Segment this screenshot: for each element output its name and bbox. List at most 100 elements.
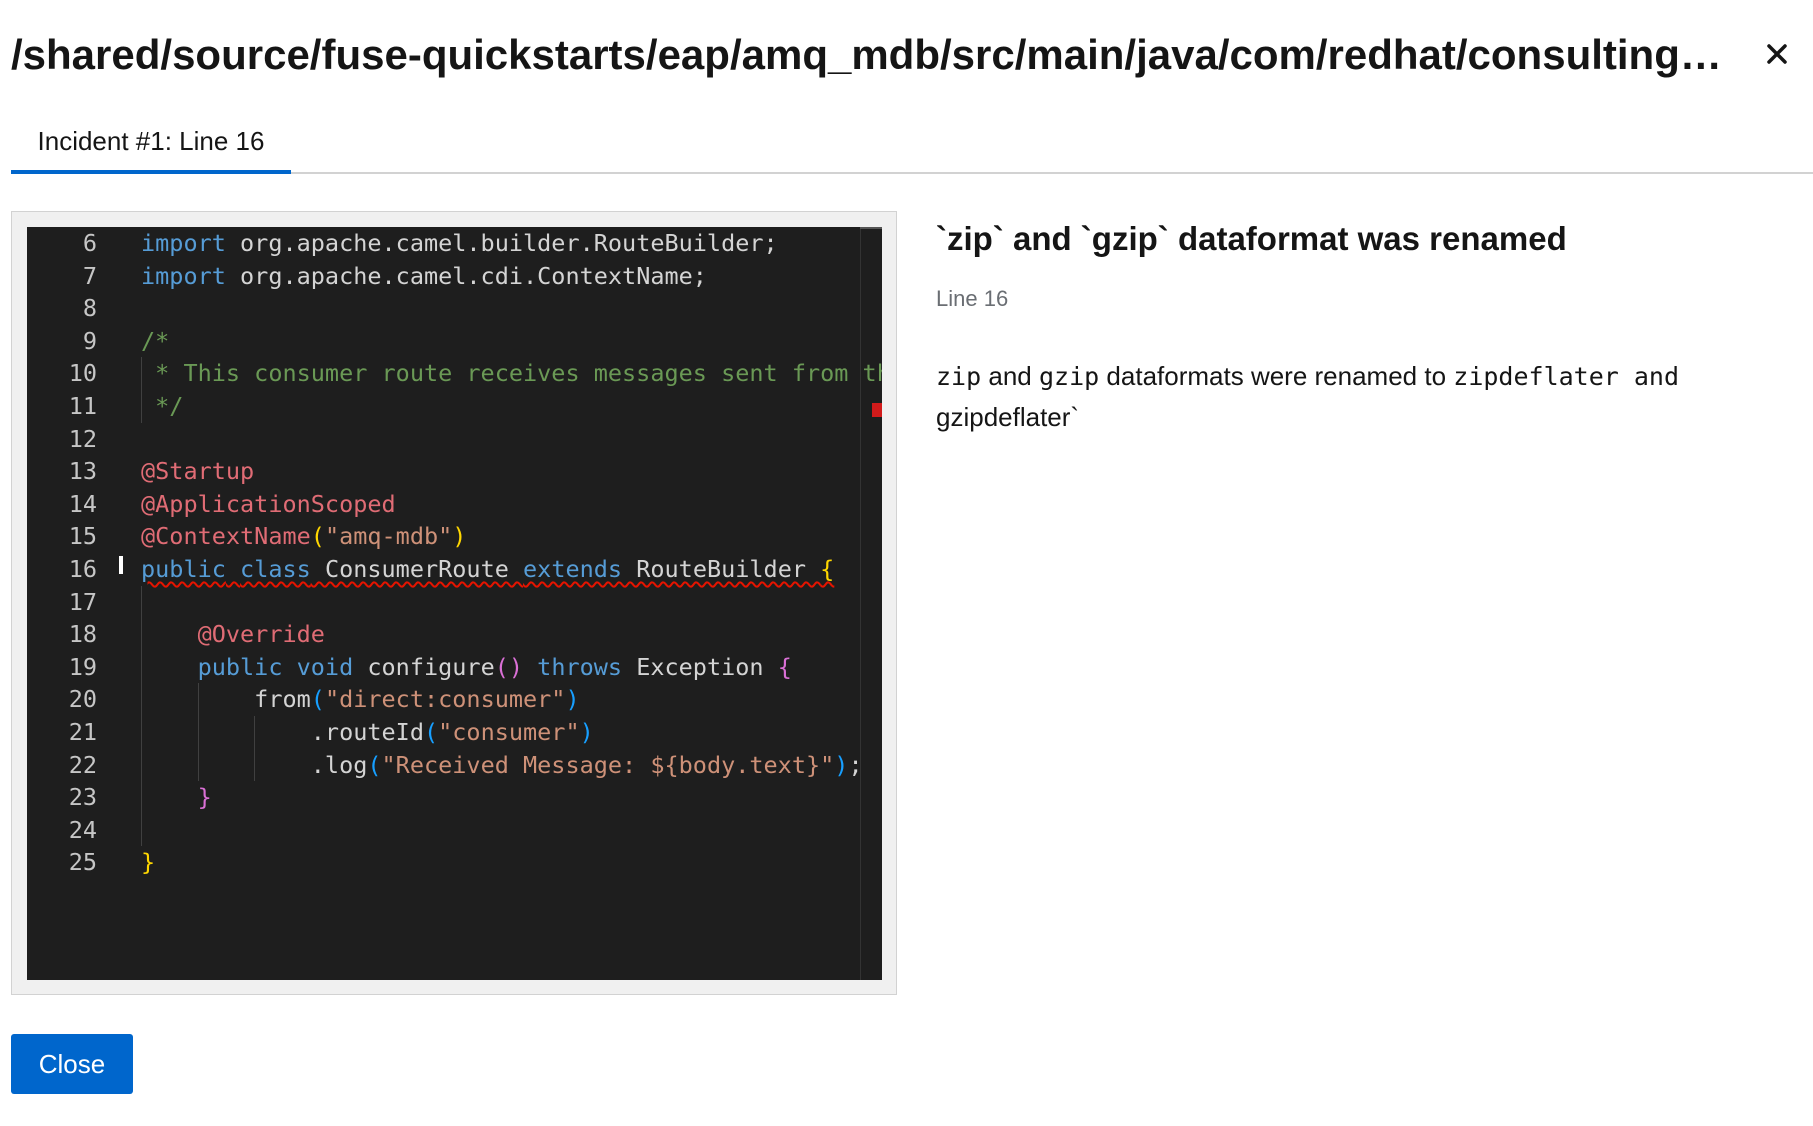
code-line[interactable]: 14 @ApplicationScoped [27,488,857,520]
code-line[interactable]: 6 import org.apache.camel.builder.RouteBu… [27,227,857,259]
code-line[interactable]: 25} [27,846,857,878]
editor-scrollbar[interactable] [860,227,882,980]
line-number: 16 [68,555,97,583]
line-number: 17 [68,587,97,616]
line-number: 22 [68,750,97,779]
line-number: 15 [68,522,97,551]
code-token: ( [423,718,439,746]
code-token: RouteBuilder [622,555,821,583]
code-text: import org.apache.camel.builder.RouteBui… [141,227,778,259]
line-number: 6 [82,229,97,257]
code-line[interactable]: 15 @ContextName("amq-mdb") [27,520,857,552]
code-line[interactable]: 13 @Startup [27,455,857,487]
line-number: 19 [68,652,97,681]
incident-tabs: Incident #1: Line 16 [11,112,1813,174]
code-token: "amq-mdb" [324,522,453,551]
error-marker [872,403,882,417]
code-token: import [141,261,226,290]
line-number: 20 [68,685,97,714]
code-token: void [296,652,354,681]
text-and: and [981,361,1039,391]
code-line[interactable]: 17 [27,586,857,618]
code-line[interactable]: 12 [27,423,857,455]
code-token: "direct:consumer" [324,685,566,714]
code-token: ) [452,522,467,551]
code-text: @Override [141,618,325,650]
code-text: .routeId("consumer") [141,716,594,748]
text-cursor [119,556,123,574]
code-token: /* [141,326,170,355]
code-zip: zip [936,362,982,391]
incident-line: Line 16 [936,286,1009,311]
code-line[interactable]: 23 } [27,781,857,813]
code-zipdeflater: zipdeflater and [1453,362,1680,391]
comment-indent-guide [141,357,142,423]
code-line[interactable]: 22 .log("Received Message: ${body.text}"… [27,749,863,781]
line-number: 10 [68,359,97,388]
method-indent-guide [197,683,199,782]
incident-modal: /shared/source/fuse-quickstarts/eap/amq_… [0,0,1813,1126]
code-token: public [141,555,226,583]
code-token: import [141,229,226,257]
code-text: } [141,846,155,878]
code-text: public class ConsumerRoute extends Route… [141,553,834,585]
close-icon[interactable] [1761,38,1793,70]
close-button[interactable]: Close [11,1034,133,1094]
chain-indent-guide [254,716,256,782]
code-token: @Startup [141,457,255,486]
code-token: ConsumerRoute [310,555,524,583]
code-text: } [141,781,212,813]
code-line[interactable]: 11 */ [27,390,857,422]
code-text: * This consumer route receives messages … [141,357,882,389]
code-token: "consumer" [438,718,580,746]
code-viewer-frame: 6 import org.apache.camel.builder.RouteBu… [11,211,897,995]
code-line[interactable]: 19 public void configure() throws Except… [27,651,857,683]
code-text: @Startup [141,455,254,487]
code-token: ) [565,685,580,714]
code-text: */ [141,390,183,422]
code-line[interactable]: 10 * This consumer route receives messag… [27,357,882,389]
code-token: @ContextName [141,522,311,551]
code-token: } [141,848,156,877]
code-token: ) [579,718,594,746]
code-line[interactable]: 18 @Override [27,618,857,650]
code-token: } [197,783,212,812]
code-token: { [820,555,835,583]
line-number: 24 [68,815,97,844]
class-indent-guide [141,585,142,847]
code-line[interactable]: 9 /* [27,325,857,357]
line-number: 25 [68,848,97,877]
code-line[interactable]: 24 [27,814,857,846]
code-token: ) [834,750,849,779]
code-line[interactable]: 8 [27,292,857,324]
code-line[interactable]: 16 public class ConsumerRoute extends Rou… [27,553,857,585]
tab-incident-1[interactable]: Incident #1: Line 16 [11,112,291,174]
code-text: from("direct:consumer") [141,683,580,715]
line-number: 7 [82,261,97,290]
code-line[interactable]: 7 import org.apache.camel.cdi.ContextName… [27,260,857,292]
text-mid: dataformats were renamed to [1099,361,1454,391]
code-token: @ApplicationScoped [141,489,396,518]
line-number: 14 [68,489,97,518]
code-token: "Received Message: ${body.text}" [381,750,835,779]
code-token: org.apache.camel.builder.RouteBuilder; [225,229,778,257]
code-token: ( [310,522,325,551]
text-end: gzipdeflater` [936,402,1080,432]
code-token: configure [353,652,495,681]
line-number: 12 [68,424,97,453]
line-number: 13 [68,457,97,486]
code-line[interactable]: 21 .routeId("consumer") [27,716,857,748]
code-token: org.apache.camel.cdi.ContextName; [225,261,707,290]
incident-detail: `zip` and `gzip` dataformat was renamed … [936,211,1786,438]
incident-description: zip and gzip dataformats were renamed to… [936,356,1786,438]
code-line[interactable]: 20 from("direct:consumer") [27,683,857,715]
code-token: public [197,652,283,681]
code-text: @ApplicationScoped [141,488,396,520]
code-editor[interactable]: 6 import org.apache.camel.builder.RouteBu… [27,227,882,980]
modal-title: /shared/source/fuse-quickstarts/eap/amq_… [11,31,1731,78]
code-token: extends [523,555,623,583]
